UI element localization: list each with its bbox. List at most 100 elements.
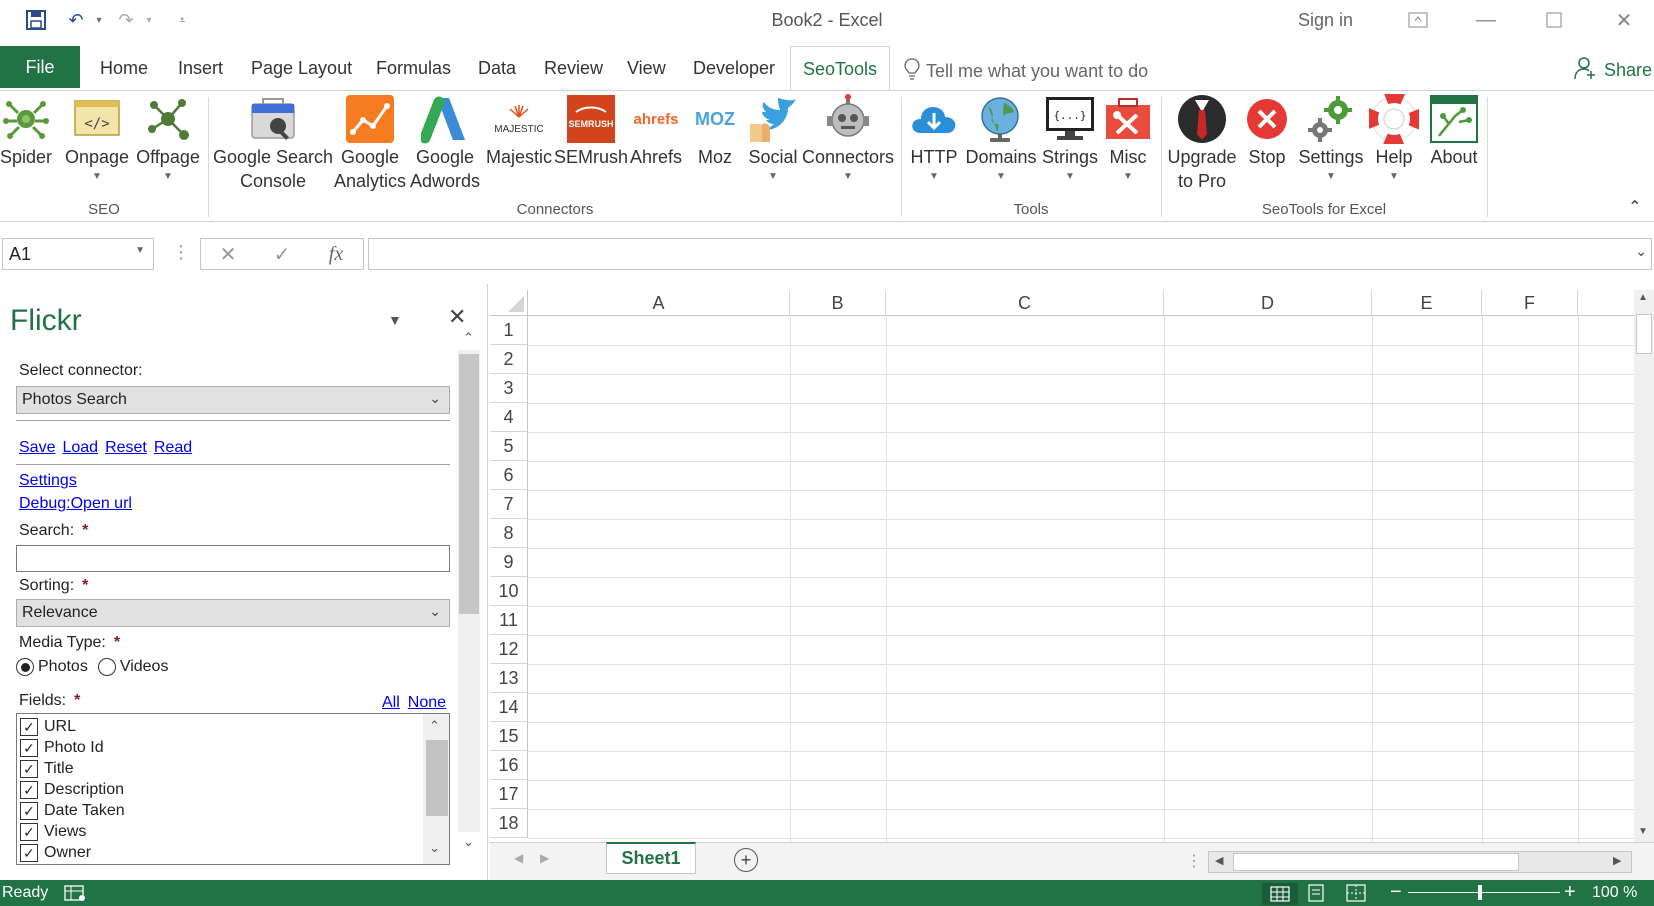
- fields-scrollbar[interactable]: ⌃ ⌄: [423, 714, 449, 864]
- tab-page-layout[interactable]: Page Layout: [251, 58, 352, 79]
- misc-button[interactable]: Misc ▼: [1102, 93, 1154, 183]
- pane-options-icon[interactable]: ▼: [388, 312, 402, 328]
- zoom-level[interactable]: 100 %: [1592, 884, 1637, 902]
- sheet-tab-sheet1[interactable]: Sheet1: [606, 842, 696, 874]
- spider-button[interactable]: Spider: [0, 93, 52, 169]
- vertical-scrollbar[interactable]: ▲ ▼: [1634, 290, 1654, 842]
- google-adwords-button[interactable]: Google Adwords: [408, 93, 482, 193]
- zoom-in-icon[interactable]: +: [1564, 881, 1576, 904]
- scroll-left-icon[interactable]: ◀: [1215, 854, 1223, 867]
- row-header-7[interactable]: 7: [490, 490, 528, 519]
- photos-radio[interactable]: [16, 658, 34, 676]
- tab-developer[interactable]: Developer: [693, 58, 775, 79]
- scroll-down-icon[interactable]: ▼: [1638, 826, 1648, 837]
- majestic-button[interactable]: MAJESTIC Majestic: [486, 93, 552, 169]
- chevron-up-icon[interactable]: ⌃: [429, 718, 440, 734]
- row-header-11[interactable]: 11: [490, 606, 528, 635]
- strings-button[interactable]: {...} Strings ▼: [1042, 93, 1098, 183]
- offpage-button[interactable]: Offpage ▼: [132, 93, 204, 183]
- domains-button[interactable]: Domains ▼: [962, 93, 1040, 183]
- tab-seotools[interactable]: SeoTools: [790, 46, 891, 90]
- about-button[interactable]: About: [1426, 93, 1482, 169]
- list-item[interactable]: ✓ URL: [20, 716, 76, 737]
- checkbox[interactable]: ✓: [20, 801, 38, 820]
- cancel-entry-icon[interactable]: ✕: [201, 242, 255, 267]
- pane-close-icon[interactable]: ✕: [448, 304, 466, 330]
- zoom-out-icon[interactable]: −: [1390, 881, 1402, 904]
- onpage-button[interactable]: </> Onpage ▼: [64, 93, 130, 183]
- tab-formulas[interactable]: Formulas: [376, 58, 451, 79]
- http-button[interactable]: HTTP ▼: [908, 93, 960, 183]
- next-sheet-icon[interactable]: ▶: [540, 851, 549, 865]
- row-header-5[interactable]: 5: [490, 432, 528, 461]
- row-header-18[interactable]: 18: [490, 809, 528, 838]
- connectors-button[interactable]: Connectors ▼: [802, 93, 894, 183]
- scroll-thumb[interactable]: [1636, 314, 1652, 354]
- tab-data[interactable]: Data: [478, 58, 516, 79]
- row-header-6[interactable]: 6: [490, 461, 528, 490]
- confirm-entry-icon[interactable]: ✓: [255, 242, 309, 267]
- horizontal-scrollbar[interactable]: ◀ ▶: [1208, 851, 1632, 873]
- scroll-thumb[interactable]: [426, 740, 448, 816]
- tab-home[interactable]: Home: [100, 58, 148, 79]
- fields-none-link[interactable]: None: [408, 694, 446, 712]
- maximize-icon[interactable]: [1534, 6, 1574, 34]
- videos-radio[interactable]: [97, 658, 116, 676]
- scroll-thumb[interactable]: [459, 354, 479, 614]
- list-item[interactable]: ✓ Title: [20, 758, 74, 779]
- debug-open-url-link[interactable]: Debug:Open url: [19, 495, 132, 512]
- save-link[interactable]: Save: [19, 439, 55, 457]
- semrush-button[interactable]: SEMRUSH SEMrush: [554, 93, 628, 169]
- list-item[interactable]: ✓ Views: [20, 821, 86, 842]
- select-all-corner[interactable]: [490, 290, 528, 316]
- previous-sheet-icon[interactable]: ◀: [514, 851, 523, 865]
- fields-all-link[interactable]: All: [382, 694, 400, 712]
- list-item[interactable]: ✓ Photo Id: [20, 737, 104, 758]
- scroll-right-icon[interactable]: ▶: [1613, 854, 1621, 867]
- chevron-down-icon[interactable]: ⌄: [463, 834, 474, 850]
- tab-insert[interactable]: Insert: [178, 58, 223, 79]
- row-header-12[interactable]: 12: [490, 635, 528, 664]
- column-header-a[interactable]: A: [528, 290, 790, 316]
- ribbon-display-icon[interactable]: [1398, 6, 1438, 34]
- page-break-view-icon[interactable]: [1346, 884, 1366, 906]
- name-box[interactable]: A1 ▼: [2, 238, 154, 270]
- row-header-14[interactable]: 14: [490, 693, 528, 722]
- google-search-console-button[interactable]: Google Search Console: [213, 93, 333, 193]
- checkbox[interactable]: ✓: [20, 843, 38, 862]
- search-input[interactable]: [16, 545, 450, 572]
- row-header-3[interactable]: 3: [490, 374, 528, 403]
- tab-file[interactable]: File: [0, 46, 80, 88]
- add-sheet-icon[interactable]: +: [734, 848, 758, 872]
- checkbox[interactable]: ✓: [20, 822, 38, 841]
- zoom-slider-track[interactable]: [1408, 892, 1560, 893]
- row-header-10[interactable]: 10: [490, 577, 528, 606]
- tell-me-box[interactable]: Tell me what you want to do: [904, 58, 1148, 85]
- row-header-16[interactable]: 16: [490, 751, 528, 780]
- formula-input[interactable]: ⌄: [368, 238, 1652, 270]
- help-button[interactable]: Help ▼: [1368, 93, 1420, 183]
- checkbox[interactable]: ✓: [20, 717, 38, 736]
- reset-link[interactable]: Reset: [105, 439, 147, 457]
- tab-view[interactable]: View: [627, 58, 666, 79]
- ahrefs-button[interactable]: ahrefs Ahrefs: [628, 93, 684, 169]
- row-header-8[interactable]: 8: [490, 519, 528, 548]
- tab-review[interactable]: Review: [544, 58, 603, 79]
- stop-button[interactable]: Stop: [1242, 93, 1292, 169]
- settings-link[interactable]: Settings: [19, 472, 77, 489]
- row-header-4[interactable]: 4: [490, 403, 528, 432]
- scroll-thumb[interactable]: [1233, 853, 1519, 871]
- insert-function-icon[interactable]: fx: [309, 243, 363, 266]
- share-button[interactable]: Share: [1574, 56, 1652, 85]
- page-layout-view-icon[interactable]: [1306, 884, 1326, 906]
- scroll-up-icon[interactable]: ▲: [1638, 292, 1648, 303]
- load-link[interactable]: Load: [62, 439, 98, 457]
- google-analytics-button[interactable]: Google Analytics: [334, 93, 406, 193]
- read-link[interactable]: Read: [154, 439, 192, 457]
- settings-button[interactable]: Settings ▼: [1296, 93, 1366, 183]
- collapse-ribbon-icon[interactable]: ⌃: [1628, 197, 1641, 217]
- social-button[interactable]: Social ▼: [746, 93, 800, 183]
- column-header-e[interactable]: E: [1372, 290, 1482, 316]
- connector-select[interactable]: Photos Search ⌄: [16, 386, 450, 414]
- checkbox[interactable]: ✓: [20, 738, 38, 757]
